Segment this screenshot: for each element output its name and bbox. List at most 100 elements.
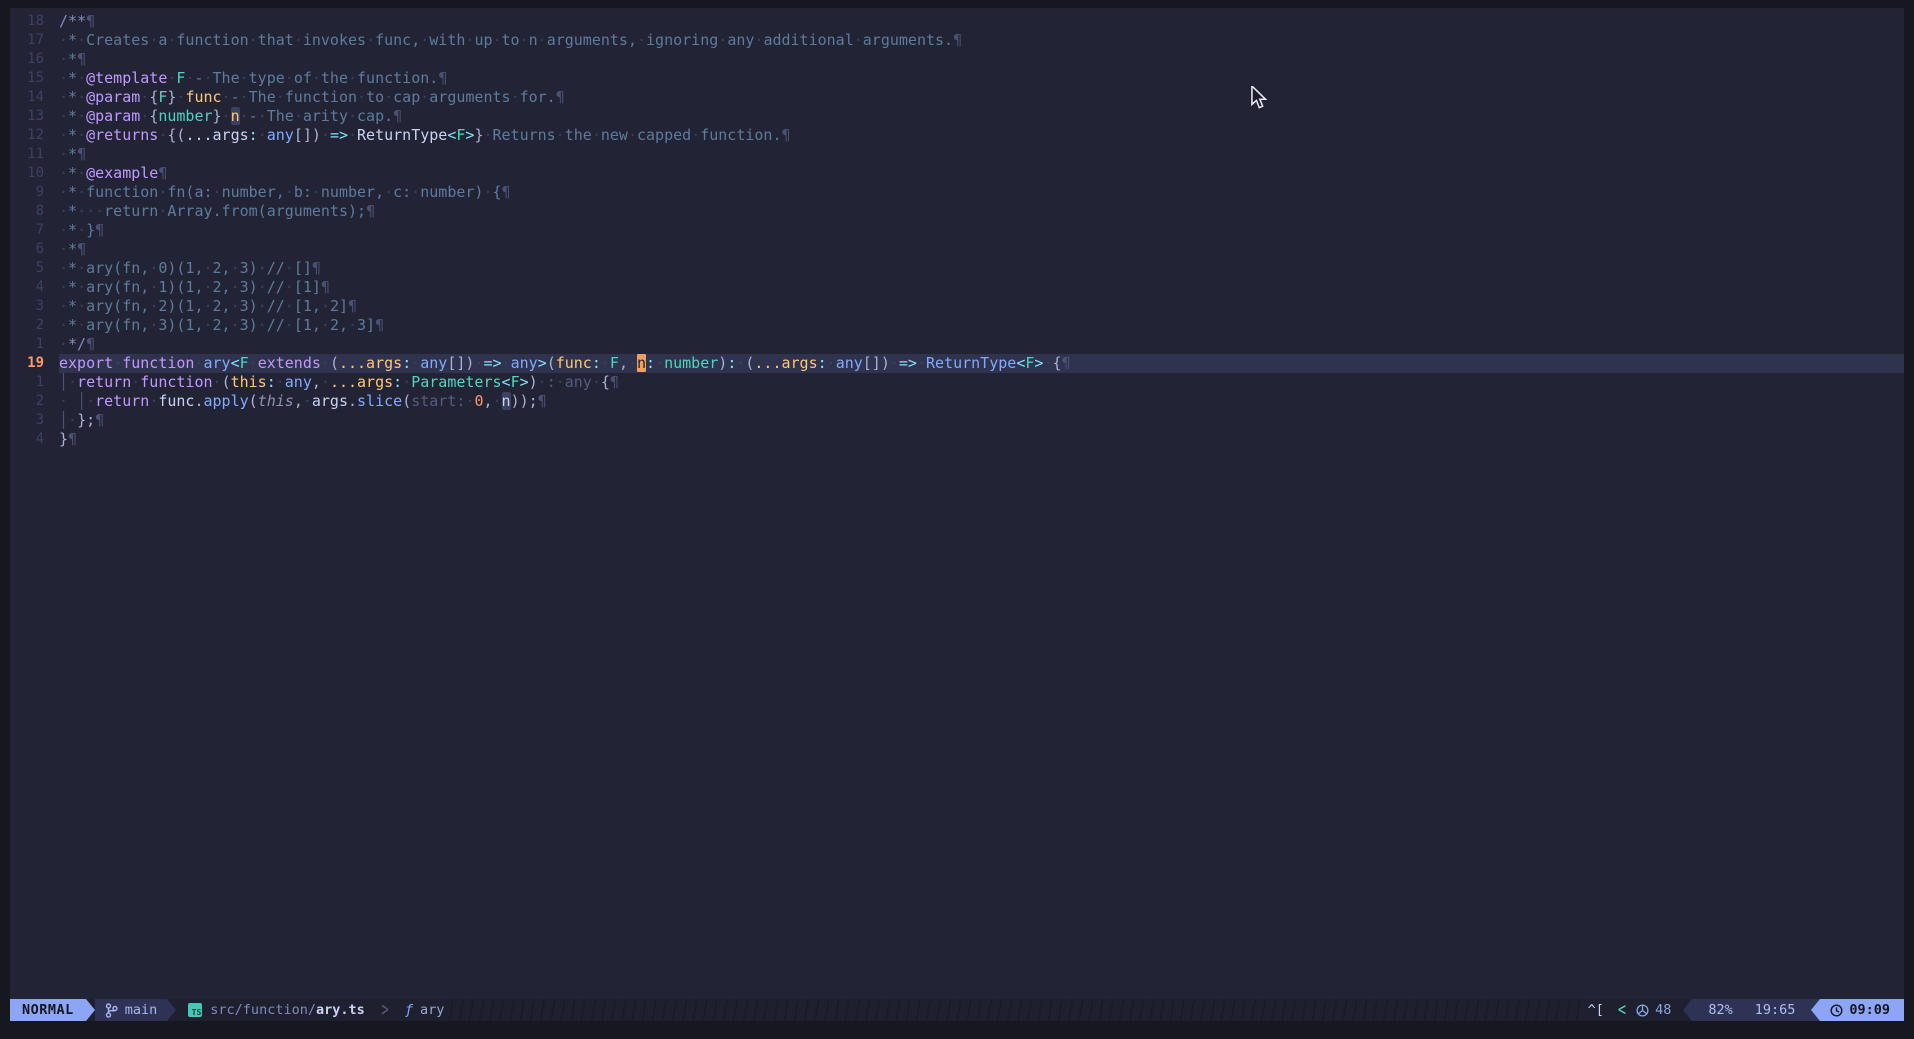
code-token: [1, bbox=[294, 316, 321, 334]
code-line[interactable]: 12·*·@returns·{(...args:·any[])·=>·Retur… bbox=[10, 126, 1904, 145]
code-line[interactable]: 17·*·Creates·a·function·that·invokes·fun… bbox=[10, 31, 1904, 50]
code-line[interactable]: 4}¶ bbox=[10, 430, 1904, 449]
scroll-percent: 82% bbox=[1708, 1002, 1732, 1018]
code-token: the bbox=[321, 69, 348, 87]
code-line[interactable]: 7·*·}¶ bbox=[10, 221, 1904, 240]
counter-value: 48 bbox=[1655, 1002, 1671, 1018]
space-dot: · bbox=[59, 31, 68, 49]
space-dot: · bbox=[59, 316, 68, 334]
code-token: function bbox=[86, 183, 158, 201]
code-token: ...args bbox=[339, 354, 402, 372]
space-dot: · bbox=[149, 392, 158, 410]
code-token: cap bbox=[393, 88, 420, 106]
space-dot: · bbox=[231, 259, 240, 277]
space-dot: · bbox=[294, 31, 303, 49]
code-line[interactable]: 1·*/¶ bbox=[10, 335, 1904, 354]
code-token: } bbox=[86, 221, 95, 239]
space-dot: · bbox=[77, 183, 86, 201]
eol-mark: ¶ bbox=[77, 240, 86, 258]
code-token: : bbox=[818, 354, 827, 372]
code-line-text: ·*·ary(fn,·2)(1,·2,·3)·//·[1,·2]¶ bbox=[59, 297, 1904, 316]
code-token: 3) bbox=[240, 278, 258, 296]
code-token: func, bbox=[375, 31, 420, 49]
code-token: │ bbox=[59, 373, 68, 391]
code-token: ) bbox=[529, 373, 538, 391]
code-token: ) bbox=[718, 354, 727, 372]
space-dot: · bbox=[113, 354, 122, 372]
code-token: []) bbox=[447, 354, 474, 372]
code-token: ( bbox=[547, 354, 556, 372]
code-line[interactable]: 18/**¶ bbox=[10, 12, 1904, 31]
code-line-text: ·*·function·fn(a:·number,·b:·number,·c:·… bbox=[59, 183, 1904, 202]
code-line[interactable]: 2· │·return·func.apply(this,·args.slice(… bbox=[10, 392, 1904, 411]
code-token: ...args bbox=[185, 126, 248, 144]
space-dot: · bbox=[59, 240, 68, 258]
statusline: NORMAL main TS src/function/ary.ts > ƒar… bbox=[10, 999, 1904, 1021]
code-token: number, bbox=[222, 183, 285, 201]
code-line[interactable]: 1│·return·function·(this:·any,·...args:·… bbox=[10, 373, 1904, 392]
space-dot: · bbox=[691, 126, 700, 144]
code-line[interactable]: 3│·};¶ bbox=[10, 411, 1904, 430]
space-dot: · bbox=[140, 107, 149, 125]
code-token: * bbox=[68, 240, 77, 258]
eol-mark: ¶ bbox=[502, 183, 511, 201]
code-line[interactable]: 9·*·function·fn(a:·number,·b:·number,·c:… bbox=[10, 183, 1904, 202]
code-token: { bbox=[149, 107, 158, 125]
code-line[interactable]: 6·*¶ bbox=[10, 240, 1904, 259]
file-info: TS src/function/ary.ts > ƒary bbox=[188, 999, 444, 1021]
space-dot: · bbox=[59, 392, 68, 410]
code-token: arity bbox=[303, 107, 348, 125]
code-token: ary(fn, bbox=[86, 259, 149, 277]
code-token: Parameters bbox=[411, 373, 501, 391]
space-dot: · bbox=[140, 88, 149, 106]
space-dot: · bbox=[149, 316, 158, 334]
space-dot: · bbox=[655, 354, 664, 372]
code-token: slice bbox=[357, 392, 402, 410]
space-dot: · bbox=[321, 297, 330, 315]
code-line[interactable]: 10·*·@example¶ bbox=[10, 164, 1904, 183]
space-dot: · bbox=[240, 88, 249, 106]
code-line[interactable]: 19export·function·ary<F·extends·(...args… bbox=[10, 354, 1904, 373]
chevron-right-icon: > bbox=[381, 998, 388, 1022]
code-token: func bbox=[158, 392, 194, 410]
code-line-text: }¶ bbox=[59, 430, 1904, 449]
space-dot: · bbox=[77, 107, 86, 125]
line-number: 10 bbox=[10, 164, 59, 183]
code-line[interactable]: 2·*·ary(fn,·3)(1,·2,·3)·//·[1,·2,·3]¶ bbox=[10, 316, 1904, 335]
code-line[interactable]: 4·*·ary(fn,·1)(1,·2,·3)·//·[1]¶ bbox=[10, 278, 1904, 297]
code-area[interactable]: 18/**¶17·*·Creates·a·function·that·invok… bbox=[10, 8, 1904, 999]
code-line[interactable]: 11·*¶ bbox=[10, 145, 1904, 164]
code-line[interactable]: 13·*·@param·{number}·n·-·The·arity·cap.¶ bbox=[10, 107, 1904, 126]
code-token: function. bbox=[700, 126, 781, 144]
eol-mark: ¶ bbox=[348, 297, 357, 315]
space-dot: · bbox=[520, 31, 529, 49]
code-line-text: ·*¶ bbox=[59, 145, 1904, 164]
cursor-position: 19:65 bbox=[1755, 1002, 1796, 1018]
code-token: to bbox=[366, 88, 384, 106]
code-line[interactable]: 16·*¶ bbox=[10, 50, 1904, 69]
line-number: 6 bbox=[10, 240, 59, 259]
code-token: any bbox=[727, 31, 754, 49]
space-dot: · bbox=[538, 373, 547, 391]
space-dot: · bbox=[240, 107, 249, 125]
code-token: The bbox=[267, 107, 294, 125]
code-token: , bbox=[294, 392, 303, 410]
code-line[interactable]: 8·*···return·Array.from(arguments);¶ bbox=[10, 202, 1904, 221]
space-dot: · bbox=[348, 126, 357, 144]
code-line[interactable]: 15·*·@template·F·-·The·type·of·the·funct… bbox=[10, 69, 1904, 88]
code-line[interactable]: 3·*·ary(fn,·2)(1,·2,·3)·//·[1,·2]¶ bbox=[10, 297, 1904, 316]
code-token: } bbox=[59, 430, 68, 448]
code-token: */ bbox=[68, 335, 86, 353]
file-path-prefix: src/function/ bbox=[210, 1002, 316, 1018]
space-dot: · bbox=[312, 183, 321, 201]
code-line[interactable]: 14·*·@param·{F}·func·-·The·function·to·c… bbox=[10, 88, 1904, 107]
position-segment: 82% 19:65 bbox=[1692, 999, 1811, 1021]
space-dot: · bbox=[231, 297, 240, 315]
space-dot: · bbox=[68, 373, 77, 391]
space-dot: · bbox=[285, 297, 294, 315]
code-token: any bbox=[565, 373, 592, 391]
space-dot: · bbox=[285, 278, 294, 296]
space-dot: · bbox=[77, 259, 86, 277]
code-line[interactable]: 5·*·ary(fn,·0)(1,·2,·3)·//·[]¶ bbox=[10, 259, 1904, 278]
line-number: 11 bbox=[10, 145, 59, 164]
